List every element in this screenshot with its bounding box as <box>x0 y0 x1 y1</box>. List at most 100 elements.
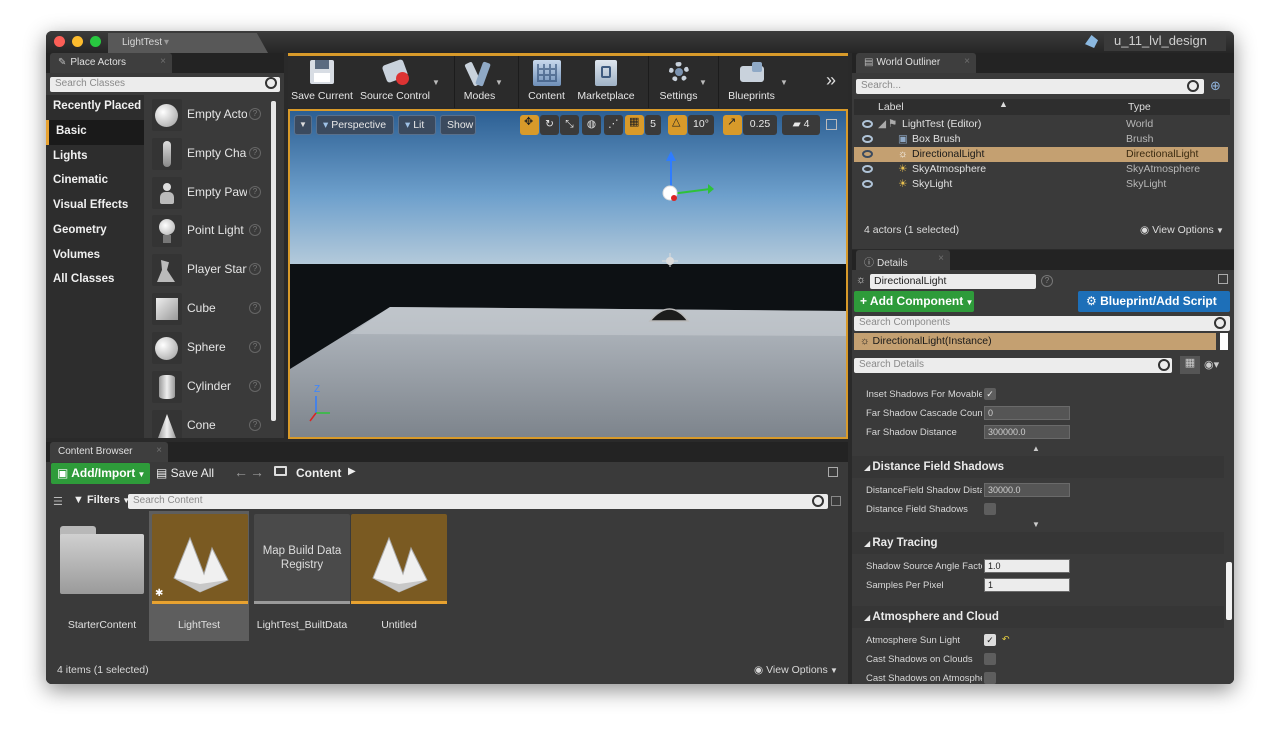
scale-snap-toggle[interactable]: ↗ <box>723 115 742 135</box>
collapse-advanced-icon[interactable]: ▲ <box>1032 444 1040 453</box>
help-icon[interactable]: ? <box>249 419 261 431</box>
search-classes-input[interactable]: Search Classes <box>50 77 280 92</box>
help-icon[interactable]: ? <box>249 380 261 392</box>
path-chevron-icon[interactable]: ▶ <box>348 466 356 477</box>
blueprint-add-script-button[interactable]: ⚙ Blueprint/Add Script <box>1078 291 1230 312</box>
path-content-crumb[interactable]: Content <box>296 466 341 480</box>
actor-empty-character[interactable]: Empty Character ? <box>150 136 268 172</box>
grid-snap-toggle[interactable]: ▦ <box>625 115 644 135</box>
actor-cone[interactable]: Cone ? <box>150 408 268 438</box>
column-label[interactable]: Label <box>878 101 904 113</box>
components-scrollbar[interactable] <box>1220 333 1228 350</box>
lock-icon[interactable] <box>1218 274 1228 284</box>
tab-place-actors[interactable]: ✎ Place Actors × <box>50 53 172 73</box>
blueprints-dropdown-icon[interactable]: ▼ <box>780 78 788 87</box>
distance-field-shadows-checkbox[interactable] <box>984 503 996 515</box>
help-icon[interactable]: ? <box>249 341 261 353</box>
section-ray-tracing[interactable]: ◢ Ray Tracing <box>852 532 1224 554</box>
translate-tool-button[interactable]: ✥ <box>520 115 539 135</box>
sort-ascending-icon[interactable]: ▲ <box>999 99 1008 109</box>
asset-starter-content[interactable]: StarterContent <box>52 514 152 654</box>
minimize-window-button[interactable] <box>72 36 83 47</box>
help-icon[interactable]: ? <box>249 302 261 314</box>
camera-speed-button[interactable]: ▰ 4 <box>782 115 820 135</box>
tab-close-icon[interactable]: × <box>156 445 162 456</box>
actor-cylinder[interactable]: Cylinder ? <box>150 369 268 405</box>
category-cinematic[interactable]: Cinematic <box>46 169 144 194</box>
expand-advanced-icon[interactable]: ▼ <box>1032 520 1040 529</box>
category-visual-effects[interactable]: Visual Effects <box>46 194 144 219</box>
blueprints-button[interactable]: Blueprints <box>718 56 784 108</box>
help-icon[interactable]: ? <box>249 224 261 236</box>
visibility-eye-icon[interactable] <box>862 120 873 128</box>
help-icon[interactable]: ? <box>1041 275 1053 287</box>
outliner-row-directional-light[interactable]: ☼ DirectionalLight DirectionalLight <box>854 147 1228 162</box>
content-view-options-button[interactable]: ◉ View Options ▼ <box>754 664 838 676</box>
search-content-input[interactable]: Search Content <box>128 494 828 509</box>
toolbar-overflow-icon[interactable]: » <box>826 70 836 91</box>
visibility-eye-icon[interactable] <box>862 150 873 158</box>
component-row-instance[interactable]: ☼ DirectionalLight(Instance) <box>854 333 1216 350</box>
expand-arrow-icon[interactable]: ◢ <box>878 118 886 130</box>
actor-empty-actor[interactable]: Empty Actor ? <box>150 97 268 133</box>
help-icon[interactable]: ? <box>249 186 261 198</box>
actor-list-scrollbar[interactable] <box>271 101 276 421</box>
add-actor-icon[interactable]: ⊕ <box>1210 78 1221 94</box>
filters-button[interactable]: ▼ Filters ▼ <box>73 494 130 506</box>
save-current-button[interactable]: Save Current <box>291 56 353 108</box>
rotation-snap-value[interactable]: 10° <box>688 115 714 135</box>
asset-untitled[interactable]: Untitled <box>349 514 449 654</box>
tab-details[interactable]: ⓘ Details × <box>856 250 950 270</box>
close-window-button[interactable] <box>54 36 65 47</box>
tab-close-icon[interactable]: × <box>938 253 944 264</box>
scale-snap-value[interactable]: 0.25 <box>743 115 777 135</box>
maximize-viewport-icon[interactable] <box>826 119 837 130</box>
history-back-icon[interactable]: ← <box>234 464 248 480</box>
source-control-status-icon[interactable] <box>1085 35 1098 48</box>
scale-tool-button[interactable]: ⤡ <box>560 115 579 135</box>
section-atmosphere-and-cloud[interactable]: ◢ Atmosphere and Cloud <box>852 606 1224 628</box>
visibility-eye-icon[interactable] <box>862 135 873 143</box>
rotate-tool-button[interactable]: ↻ <box>540 115 559 135</box>
asset-light-test-built-data[interactable]: Map Build Data Registry LightTest_BuiltD… <box>252 514 352 654</box>
search-details-input[interactable]: Search Details <box>854 358 1172 373</box>
category-all-classes[interactable]: All Classes <box>46 268 144 293</box>
perspective-button[interactable]: ▾ Perspective <box>316 115 394 135</box>
source-control-dropdown-icon[interactable]: ▼ <box>432 78 440 87</box>
outliner-row-sky-light[interactable]: ☀ SkyLight SkyLight <box>854 177 1228 192</box>
lit-button[interactable]: ▾ Lit <box>398 115 436 135</box>
level-viewport[interactable]: Z ▼ ▾ Perspective ▾ Lit Show ✥ ↻ ⤡ ◍ ⋰ ▦… <box>288 109 848 439</box>
samples-per-pixel-input[interactable]: 1 <box>984 578 1070 592</box>
help-icon[interactable]: ? <box>249 147 261 159</box>
actor-sphere[interactable]: Sphere ? <box>150 330 268 366</box>
save-all-button[interactable]: ▤ Save All <box>156 466 214 480</box>
cast-shadows-on-atmosphere-checkbox[interactable] <box>984 672 996 684</box>
surface-snap-button[interactable]: ⋰ <box>604 115 623 135</box>
category-recently-placed[interactable]: Recently Placed <box>46 95 144 120</box>
section-distance-field-shadows[interactable]: ◢ Distance Field Shadows <box>852 456 1224 478</box>
cast-shadows-on-clouds-checkbox[interactable] <box>984 653 996 665</box>
outliner-row-sky-atmosphere[interactable]: ☀ SkyAtmosphere SkyAtmosphere <box>854 162 1228 177</box>
document-tab[interactable]: LightTest ▾ <box>108 33 268 53</box>
atmosphere-sun-light-checkbox[interactable]: ✓ <box>984 634 996 646</box>
asset-light-test[interactable]: ✱ LightTest <box>149 511 249 641</box>
viewport-options-button[interactable]: ▼ <box>294 115 312 135</box>
inset-shadows-checkbox[interactable]: ✓ <box>984 388 996 400</box>
modes-dropdown-icon[interactable]: ▼ <box>495 78 503 87</box>
help-icon[interactable]: ? <box>249 263 261 275</box>
property-matrix-icon[interactable]: ▦ <box>1180 356 1200 374</box>
actor-player-start[interactable]: Player Start ? <box>150 252 268 288</box>
column-type[interactable]: Type <box>1128 101 1151 113</box>
far-shadow-cascade-count-input[interactable]: 0 <box>984 406 1070 420</box>
distance-field-shadow-distance-input[interactable]: 30000.0 <box>984 483 1070 497</box>
category-geometry[interactable]: Geometry <box>46 219 144 244</box>
details-scrollbar[interactable] <box>1226 562 1232 620</box>
reset-to-default-icon[interactable]: ↶ <box>1002 634 1010 645</box>
sources-toggle-icon[interactable]: ☰ <box>53 495 63 508</box>
outliner-search-input[interactable]: Search... <box>856 79 1204 94</box>
tab-content-browser[interactable]: Content Browser × <box>50 442 168 462</box>
category-volumes[interactable]: Volumes <box>46 244 144 269</box>
save-search-icon[interactable] <box>831 496 841 506</box>
world-local-button[interactable]: ◍ <box>582 115 601 135</box>
settings-dropdown-icon[interactable]: ▼ <box>699 78 707 87</box>
